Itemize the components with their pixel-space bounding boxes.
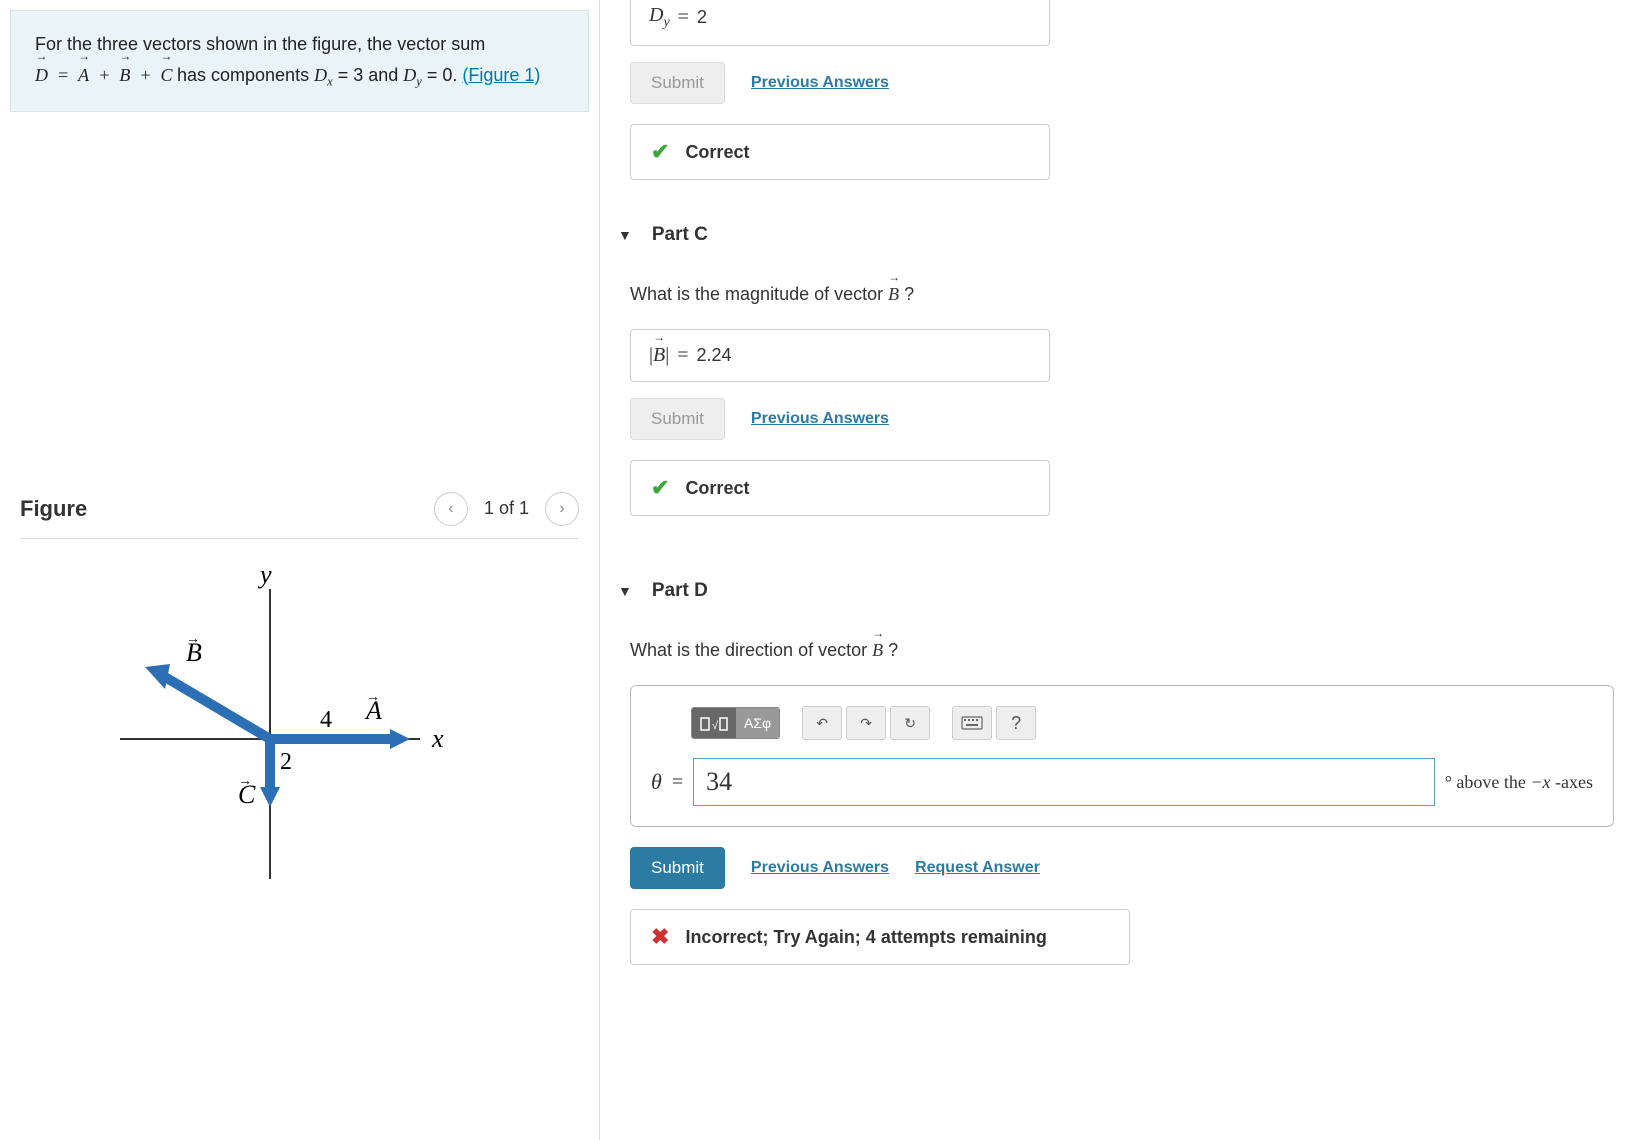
partC-previous-answers-link[interactable]: Previous Answers [751, 410, 889, 428]
keyboard-button[interactable] [952, 706, 992, 740]
vec-B: B [119, 60, 130, 91]
problem-intro: For the three vectors shown in the figur… [35, 34, 485, 54]
partD-header[interactable]: ▼ Part D [600, 566, 1614, 616]
svg-text:→: → [238, 772, 252, 788]
partD-status: ✖ Incorrect; Try Again; 4 attempts remai… [630, 909, 1130, 965]
figure-prev-button[interactable]: ‹ [434, 492, 468, 526]
partB-previous-answers-link[interactable]: Previous Answers [751, 74, 889, 92]
svg-text:√: √ [712, 720, 719, 732]
figure-title: Figure [20, 496, 87, 522]
partB-answer-box: Dy = 2 [630, 0, 1050, 46]
partC-answer-box: |B| = 2.24 [630, 329, 1050, 382]
templates-button[interactable]: √ [692, 708, 736, 738]
partB-submit-button[interactable]: Submit [630, 62, 725, 104]
partD-editor: √ ΑΣφ ↶ ↷ ↻ ? θ = 3 [630, 685, 1614, 827]
problem-statement: For the three vectors shown in the figur… [10, 10, 589, 112]
figure-image: y x 4 A → 2 C → B [20, 539, 579, 904]
partC-status: ✔ Correct [630, 460, 1050, 516]
partD-submit-button[interactable]: Submit [630, 847, 725, 889]
svg-text:y: y [257, 560, 272, 589]
partD-previous-answers-link[interactable]: Previous Answers [751, 859, 889, 877]
partD-question: What is the direction of vector B ? [630, 640, 1614, 661]
svg-text:→: → [186, 630, 200, 646]
partB-status: ✔ Correct [630, 124, 1050, 180]
caret-down-icon: ▼ [618, 583, 632, 599]
svg-text:4: 4 [320, 707, 332, 733]
figure-next-button[interactable]: › [545, 492, 579, 526]
figure-link[interactable]: (Figure 1) [462, 65, 540, 85]
x-icon: ✖ [651, 924, 669, 950]
help-button[interactable]: ? [996, 706, 1036, 740]
partD-answer-input[interactable]: 34 [693, 758, 1435, 806]
redo-button[interactable]: ↷ [846, 706, 886, 740]
check-icon: ✔ [651, 475, 669, 501]
svg-text:2: 2 [280, 749, 292, 775]
svg-text:→: → [366, 688, 380, 704]
partD-request-answer-link[interactable]: Request Answer [915, 859, 1040, 877]
greek-button[interactable]: ΑΣφ [736, 708, 779, 738]
svg-text:x: x [431, 724, 444, 753]
vec-C: C [160, 60, 172, 91]
undo-button[interactable]: ↶ [802, 706, 842, 740]
partC-submit-button[interactable]: Submit [630, 398, 725, 440]
vec-A: A [78, 60, 89, 91]
reset-button[interactable]: ↻ [890, 706, 930, 740]
caret-down-icon: ▼ [618, 227, 632, 243]
partD-unit: ° above the −x -axes [1445, 772, 1593, 793]
vec-D: D [35, 60, 48, 91]
figure-count: 1 of 1 [484, 498, 529, 519]
check-icon: ✔ [651, 139, 669, 165]
partC-question: What is the magnitude of vector B ? [630, 284, 1614, 305]
partC-header[interactable]: ▼ Part C [600, 210, 1614, 260]
